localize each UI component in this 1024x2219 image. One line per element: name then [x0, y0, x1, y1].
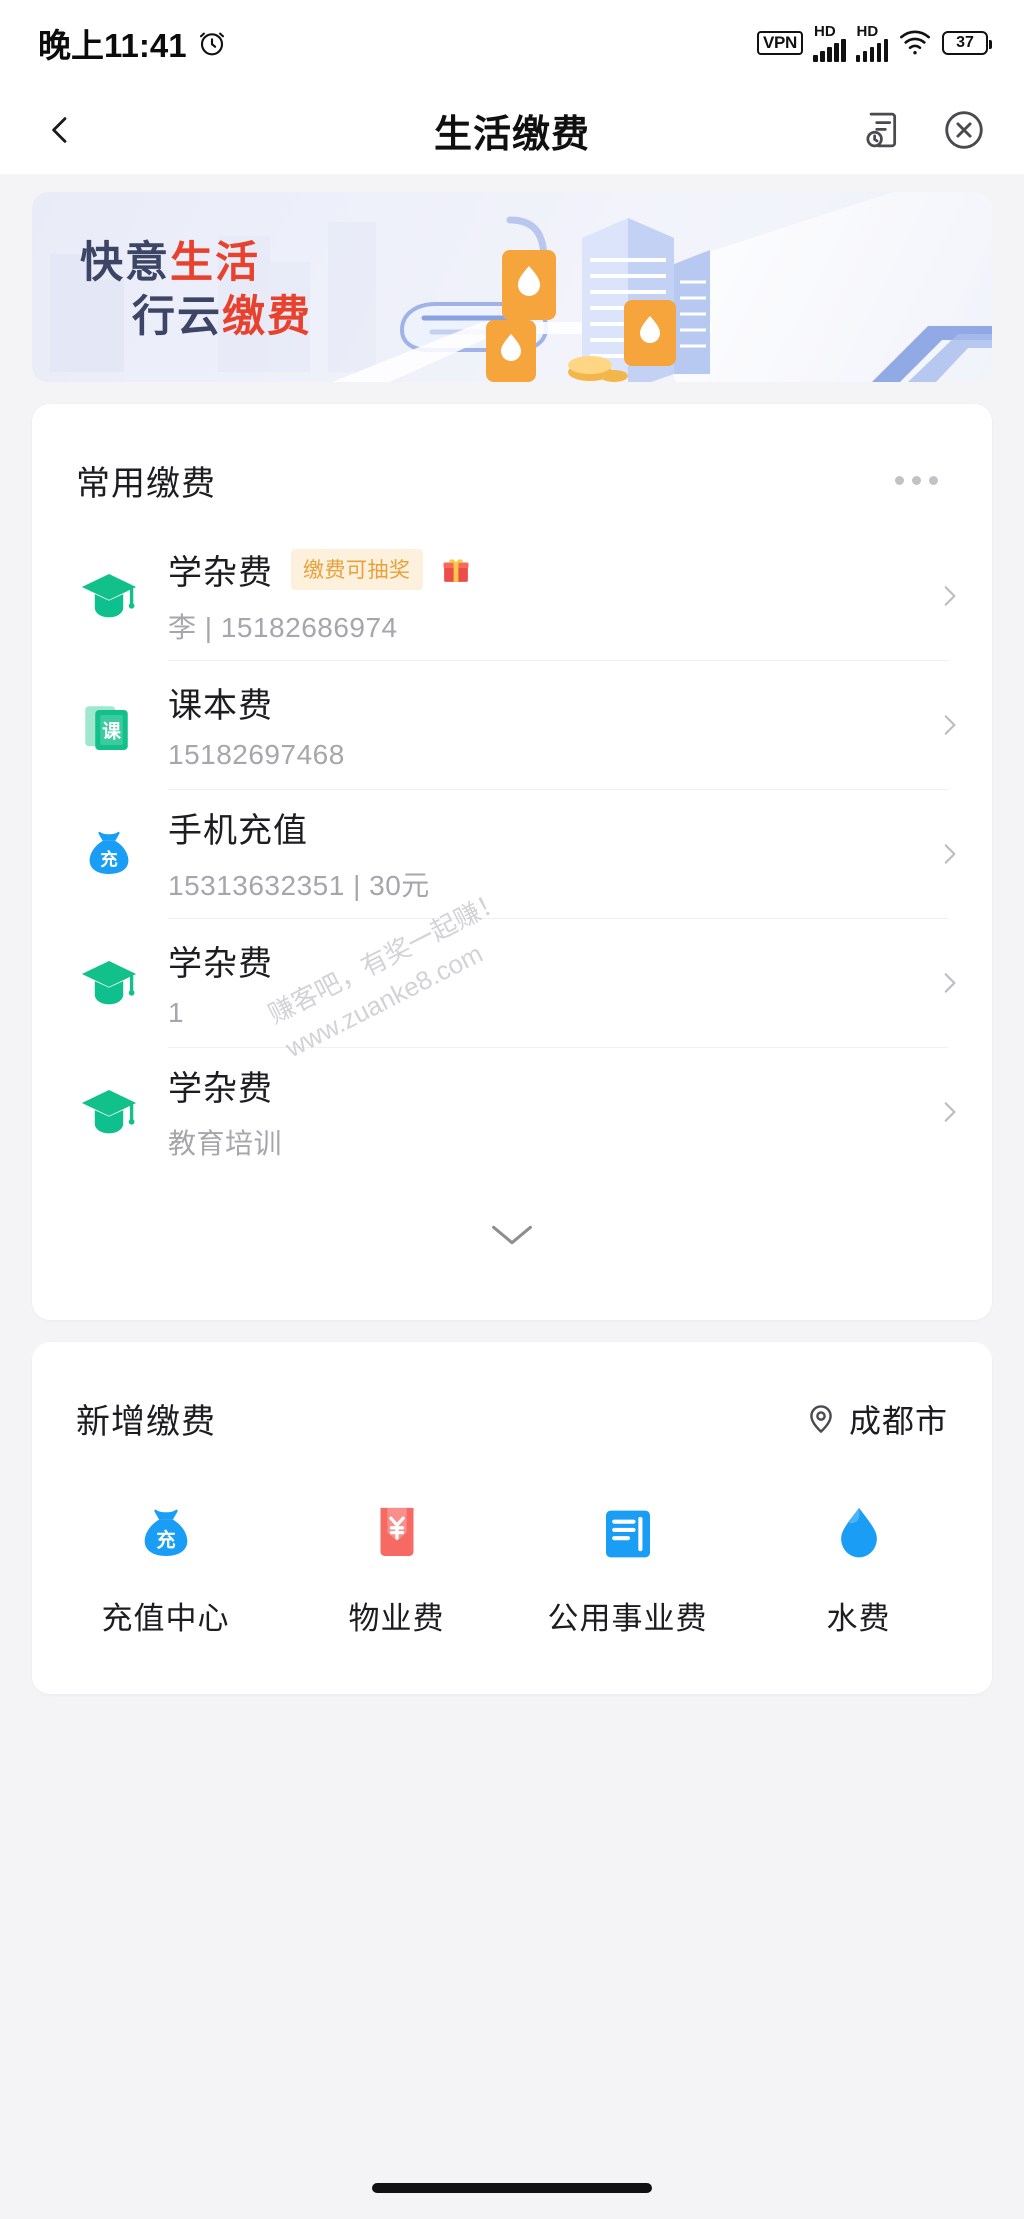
money-bag-icon-glyph: 充: [156, 1528, 175, 1551]
list-item-title-line: 学杂费 缴费可抽奖: [168, 545, 880, 594]
chevron-down-icon: [489, 1220, 535, 1250]
home-indicator[interactable]: [372, 2183, 652, 2193]
list-item-body: 学杂费 缴费可抽奖 李 | 15182686974: [168, 545, 880, 646]
chevron-right-icon[interactable]: [906, 1099, 992, 1125]
gift-icon: [441, 555, 471, 585]
list-item-body: 学杂费 1: [168, 936, 880, 1029]
banner-line-1-dark: 快意: [80, 239, 170, 287]
battery-icon: 37: [942, 31, 992, 55]
frequent-payments-card: 常用缴费 学杂费 缴费可抽奖 李 | 15182686974 课 课本费 151…: [32, 404, 992, 1320]
nav-bar: 生活缴费: [0, 86, 1024, 174]
alarm-clock-icon: [197, 28, 227, 58]
banner-line-1-red: 生活: [170, 239, 260, 287]
list-item-title-line: 学杂费: [168, 936, 880, 985]
hd-label-1: HD: [814, 23, 836, 40]
bill-record-icon[interactable]: [858, 104, 910, 156]
banner-line-2: 行云缴费: [132, 294, 312, 340]
promo-banner[interactable]: 快意生活 行云缴费: [32, 192, 992, 382]
add-payment-header: 新增缴费 成都市: [32, 1342, 992, 1443]
list-item[interactable]: 学杂费 缴费可抽奖 李 | 15182686974: [76, 531, 992, 660]
list-item-subtitle: 教育培训: [168, 1128, 283, 1159]
money-bag-icon: 充: [133, 1501, 199, 1567]
hd-label-2: HD: [856, 23, 879, 40]
service-label: 充值中心: [101, 1601, 230, 1636]
signal-icon-1: HD: [813, 24, 846, 62]
banner-line-2-dark: 行云: [132, 293, 222, 342]
frequent-payments-list: 学杂费 缴费可抽奖 李 | 15182686974 课 课本费 15182697…: [32, 531, 992, 1176]
list-item[interactable]: 课 课本费 15182697468: [76, 660, 992, 789]
status-time: 晚上11:41: [38, 27, 187, 64]
signal-bars-1: [813, 39, 846, 62]
chevron-right-icon[interactable]: [906, 712, 992, 738]
textbook-icon: 课: [76, 692, 142, 758]
list-item-subtitle: 15313632351 | 30元: [168, 870, 430, 901]
graduation-cap-icon: [76, 1079, 142, 1145]
status-bar-right: VPN HD HD 37: [756, 23, 992, 62]
chevron-right-icon[interactable]: [906, 841, 992, 867]
service-recharge-center[interactable]: 充 充值中心: [50, 1501, 281, 1638]
list-item-title-line: 手机充值: [168, 803, 880, 852]
water-drop-icon: [826, 1501, 892, 1567]
service-property-fee[interactable]: 物业费: [281, 1501, 512, 1638]
expand-list-button[interactable]: [32, 1176, 992, 1294]
status-bar-left: 晚上11:41: [38, 19, 227, 67]
list-item-subtitle: 15182697468: [168, 739, 345, 770]
back-chevron-icon[interactable]: [34, 104, 86, 156]
list-item-title: 学杂费: [168, 1070, 273, 1108]
list-item-body: 课本费 15182697468: [168, 678, 880, 771]
banner-line-1: 快意生活: [80, 240, 312, 286]
list-item-subtitle: 李 | 15182686974: [168, 612, 398, 643]
list-item[interactable]: 学杂费 教育培训: [76, 1047, 992, 1176]
signal-icon-2: HD: [855, 23, 888, 62]
service-label: 水费: [826, 1601, 891, 1636]
list-item-title: 学杂费: [168, 554, 273, 592]
utility-bill-icon: [595, 1501, 661, 1567]
location-pin-icon: [805, 1403, 837, 1435]
chevron-right-icon[interactable]: [906, 970, 992, 996]
city-selector[interactable]: 成都市: [805, 1396, 948, 1442]
frequent-payments-header: 常用缴费: [32, 404, 992, 505]
banner-text: 快意生活 行云缴费: [80, 240, 312, 341]
list-item-body: 学杂费 教育培训: [168, 1061, 880, 1162]
money-bag-icon: 充: [76, 821, 142, 887]
service-grid: 充 充值中心 物业费 公用事业费 水费: [32, 1443, 992, 1694]
list-item-title-line: 课本费: [168, 678, 880, 727]
status-bar: 晚上11:41 VPN HD HD 37: [0, 0, 1024, 86]
add-payment-title: 新增缴费: [76, 1403, 216, 1441]
list-item[interactable]: 学杂费 1: [76, 918, 992, 1047]
chevron-right-icon[interactable]: [906, 583, 992, 609]
banner-line-2-red: 缴费: [222, 293, 312, 342]
vpn-icon: VPN: [756, 31, 803, 55]
list-item-title: 课本费: [168, 687, 273, 725]
close-circle-icon[interactable]: [938, 104, 990, 156]
textbook-icon-glyph: 课: [102, 720, 121, 741]
service-label: 物业费: [348, 1601, 445, 1636]
list-item[interactable]: 充 手机充值 15313632351 | 30元: [76, 789, 992, 918]
graduation-cap-icon: [76, 950, 142, 1016]
service-utility-fee[interactable]: 公用事业费: [512, 1501, 743, 1638]
wifi-icon: [898, 30, 932, 56]
list-item-title: 手机充值: [168, 812, 308, 850]
signal-bars-2: [855, 39, 888, 62]
service-label: 公用事业费: [547, 1601, 708, 1636]
property-fee-icon: [364, 1501, 430, 1567]
graduation-cap-icon: [76, 563, 142, 629]
list-item-title-line: 学杂费: [168, 1061, 880, 1110]
city-label: 成都市: [848, 1402, 948, 1439]
more-dots-icon[interactable]: [885, 466, 948, 495]
app-screen: 晚上11:41 VPN HD HD 37 生活缴费 快意生活 行云缴费 常用缴费…: [0, 0, 1024, 2219]
list-item-subtitle: 1: [168, 997, 185, 1028]
status-badge: 缴费可抽奖: [291, 549, 423, 590]
card-spacer: [32, 1294, 992, 1320]
add-payment-card: 新增缴费 成都市 充 充值中心 物业费 公用事业费 水费: [32, 1342, 992, 1694]
nav-actions: [858, 104, 990, 156]
service-water-fee[interactable]: 水费: [743, 1501, 974, 1638]
money-bag-icon-glyph: 充: [100, 849, 118, 869]
frequent-payments-title: 常用缴费: [76, 465, 216, 503]
battery-level: 37: [956, 34, 974, 51]
list-item-title: 学杂费: [168, 945, 273, 983]
list-item-body: 手机充值 15313632351 | 30元: [168, 803, 880, 904]
